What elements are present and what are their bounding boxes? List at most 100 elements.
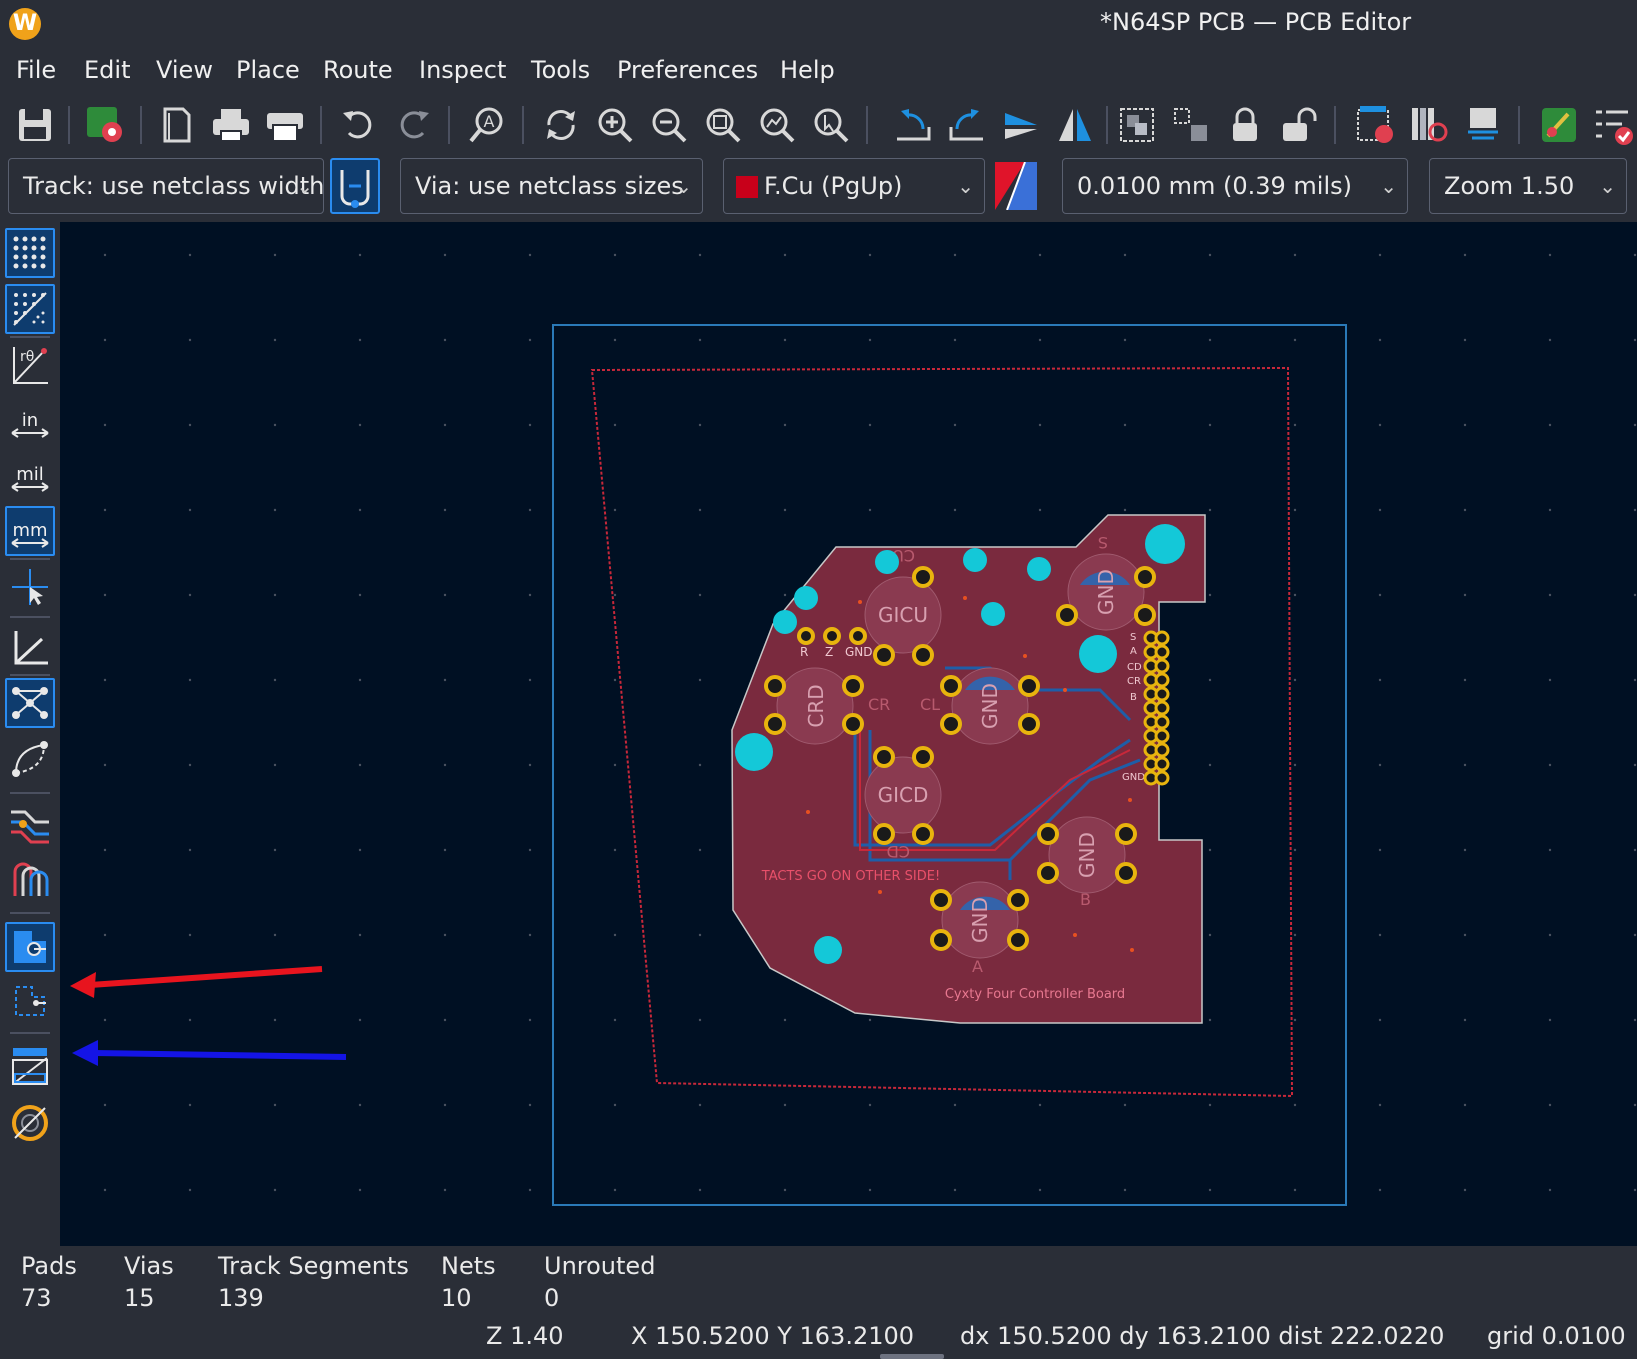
- units-mil-button[interactable]: mil: [5, 450, 55, 500]
- message-panel: Pads 73 Vias 15 Track Segments 139 Nets 10 U…: [0, 1246, 1637, 1316]
- color-palette-icon: [13, 862, 49, 896]
- grid-value: 0.0100 mm (0.39 mils): [1077, 172, 1353, 200]
- scripting-icon[interactable]: [1536, 102, 1582, 148]
- curved-ratsnest-icon: [12, 741, 48, 777]
- footprint-browser-icon[interactable]: [1460, 102, 1506, 148]
- svg-text:GICU: GICU: [878, 603, 928, 627]
- rotate-ccw-icon[interactable]: [890, 102, 936, 148]
- chevron-down-icon: ⌄: [296, 174, 313, 198]
- svg-text:Z: Z: [825, 645, 833, 659]
- via-sketch-button[interactable]: [5, 1098, 55, 1148]
- rotate-cw-icon[interactable]: [944, 102, 990, 148]
- silkscreen-note: TACTS GO ON OTHER SIDE!: [761, 869, 940, 884]
- zone-outline-display-button[interactable]: [5, 976, 55, 1026]
- cursor-style-button[interactable]: [5, 562, 55, 612]
- zoom-out-icon[interactable]: [646, 102, 692, 148]
- chevron-down-icon: ⌄: [957, 174, 974, 198]
- grid-overrides-button[interactable]: [5, 284, 55, 334]
- menu-edit[interactable]: Edit: [84, 56, 130, 84]
- svg-text:A: A: [484, 112, 495, 131]
- msg-track-segments: Track Segments 139: [218, 1252, 409, 1312]
- auto-width-icon: [340, 170, 370, 208]
- mil-label: mil: [16, 464, 44, 485]
- drc-icon[interactable]: [1590, 102, 1636, 148]
- layer-pair-icon[interactable]: [995, 161, 1037, 211]
- save-icon[interactable]: [12, 102, 58, 148]
- menu-route[interactable]: Route: [323, 56, 393, 84]
- menu-preferences[interactable]: Preferences: [617, 56, 758, 84]
- zoom-dropdown[interactable]: Zoom 1.50 ⌄: [1429, 158, 1627, 214]
- zoom-in-icon[interactable]: [592, 102, 638, 148]
- board-title-silk: Cyxty Four Controller Board: [945, 987, 1125, 1002]
- net-colors-icon: [11, 810, 49, 844]
- status-grid: grid 0.0100: [1487, 1322, 1626, 1350]
- ratsnest-toggle-button[interactable]: [5, 678, 55, 728]
- zoom-selection-icon[interactable]: [808, 102, 854, 148]
- menu-help[interactable]: Help: [780, 56, 835, 84]
- svg-text:rθ: rθ: [20, 349, 34, 365]
- menu-inspect[interactable]: Inspect: [419, 56, 506, 84]
- svg-text:GND: GND: [978, 683, 1002, 729]
- svg-text:CR: CR: [1127, 676, 1141, 687]
- auto-track-width-toggle[interactable]: [330, 158, 380, 214]
- via-size-value: Via: use netclass sizes: [415, 172, 684, 200]
- grid-toggle-button[interactable]: [5, 228, 55, 278]
- update-pcb-icon[interactable]: [1352, 102, 1398, 148]
- layer-value: F.Cu (PgUp): [764, 172, 903, 200]
- menu-tools[interactable]: Tools: [531, 56, 590, 84]
- ratsnest-color-button[interactable]: [5, 854, 55, 904]
- status-zoom: Z 1.40: [486, 1322, 564, 1350]
- polar-coords-button[interactable]: rθ: [5, 340, 55, 390]
- menu-bar: File Edit View Place Route Inspect Tools…: [0, 50, 1637, 94]
- menu-file[interactable]: File: [16, 56, 56, 84]
- status-bar: Z 1.40 X 150.5200 Y 163.2100 dx 150.5200…: [0, 1318, 1637, 1359]
- board-setup-icon[interactable]: [82, 102, 128, 148]
- find-icon[interactable]: A: [464, 102, 510, 148]
- layer-dropdown[interactable]: F.Cu (PgUp) ⌄: [723, 158, 985, 214]
- redraw-icon[interactable]: [538, 102, 584, 148]
- via-size-dropdown[interactable]: Via: use netclass sizes ⌄: [400, 158, 703, 214]
- unlock-icon[interactable]: [1276, 102, 1322, 148]
- window-title: *N64SP PCB — PCB Editor: [1100, 8, 1412, 36]
- svg-text:CL: CL: [920, 695, 940, 714]
- net-color-mode-button[interactable]: [5, 800, 55, 850]
- flip-icon[interactable]: [998, 102, 1044, 148]
- main-toolbar: A: [0, 98, 1637, 152]
- print-icon[interactable]: [208, 102, 254, 148]
- svg-text:GND: GND: [845, 645, 873, 659]
- group-icon[interactable]: [1114, 102, 1160, 148]
- chevron-down-icon: ⌄: [1380, 174, 1397, 198]
- redo-icon[interactable]: [390, 102, 436, 148]
- msg-vias: Vias 15: [124, 1252, 174, 1312]
- angle-constraint-button[interactable]: [5, 622, 55, 672]
- via-outline-icon: [12, 1105, 48, 1141]
- scrollbar-thumb[interactable]: [880, 1354, 944, 1359]
- crosshair-cursor-icon: [12, 569, 48, 605]
- zone-fill-display-button[interactable]: [5, 922, 55, 972]
- plot-icon[interactable]: [262, 102, 308, 148]
- connector-pads: [1143, 630, 1170, 786]
- zoom-objects-icon[interactable]: [754, 102, 800, 148]
- undo-icon[interactable]: [336, 102, 382, 148]
- units-mm-button[interactable]: mm: [5, 506, 55, 556]
- zoom-fit-icon[interactable]: [700, 102, 746, 148]
- track-width-dropdown[interactable]: Track: use netclass width ⌄: [8, 158, 324, 214]
- svg-text:A: A: [1130, 646, 1137, 657]
- svg-text:GND: GND: [1094, 569, 1118, 615]
- pad-outline-icon: [12, 1048, 48, 1085]
- lock-icon[interactable]: [1222, 102, 1268, 148]
- angle-icon: [14, 631, 48, 665]
- curved-ratsnest-button[interactable]: [5, 734, 55, 784]
- ungroup-icon[interactable]: [1168, 102, 1214, 148]
- pad-sketch-button[interactable]: [5, 1042, 55, 1092]
- svg-text:GND: GND: [968, 897, 992, 943]
- pcb-canvas[interactable]: GICU CRD GICD GND GND GND GND R Z GND CU…: [60, 222, 1637, 1246]
- menu-view[interactable]: View: [156, 56, 213, 84]
- page-settings-icon[interactable]: [154, 102, 200, 148]
- units-inch-button[interactable]: in: [5, 396, 55, 446]
- mirror-icon[interactable]: [1052, 102, 1098, 148]
- svg-text:GND: GND: [1122, 772, 1145, 783]
- menu-place[interactable]: Place: [236, 56, 300, 84]
- grid-dropdown[interactable]: 0.0100 mm (0.39 mils) ⌄: [1062, 158, 1408, 214]
- footprint-editor-icon[interactable]: [1406, 102, 1452, 148]
